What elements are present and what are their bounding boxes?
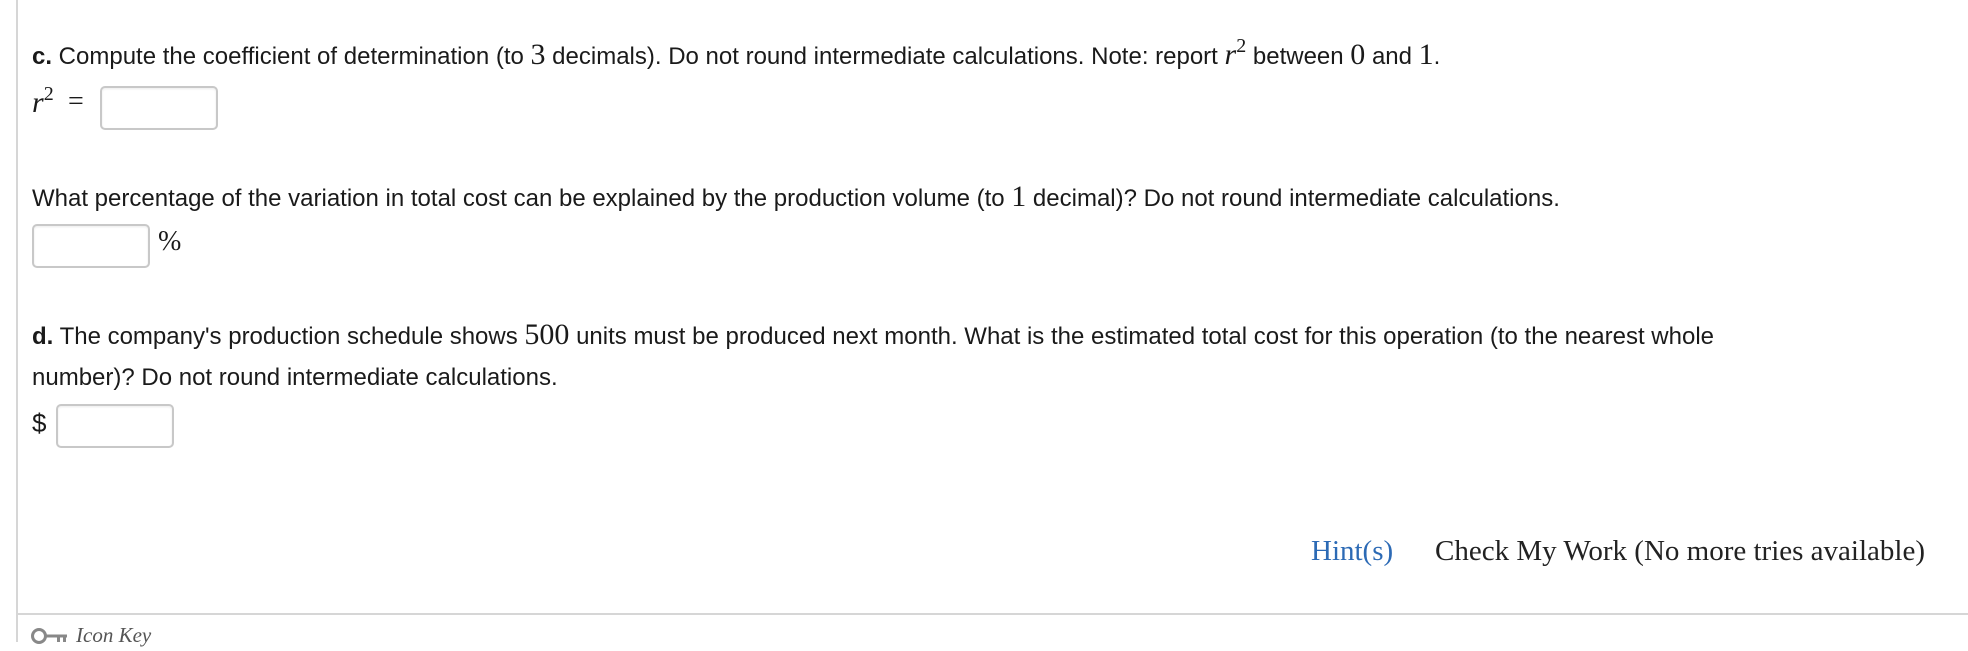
part-c-text-3: between xyxy=(1246,43,1351,70)
r-squared-label: r2 xyxy=(32,83,54,120)
part-d-text-2: units must be produced next month. What … xyxy=(569,323,1715,350)
hints-link[interactable]: Hint(s) xyxy=(1311,535,1393,568)
part-c-prompt: c. Compute the coefficient of determinat… xyxy=(32,35,1441,72)
r-variable: r xyxy=(1224,38,1237,71)
percent-sign: % xyxy=(158,226,182,257)
footer-divider xyxy=(18,613,1968,615)
icon-key[interactable]: Icon Key xyxy=(30,623,151,651)
lower-bound: 0 xyxy=(1350,38,1366,71)
r-squared-input[interactable] xyxy=(102,88,216,128)
r-squared-exp: 2 xyxy=(43,83,54,105)
dollar-sign: $ xyxy=(32,408,47,438)
percentage-prompt: What percentage of the variation in tota… xyxy=(32,180,1560,214)
r-squared-input-box[interactable] xyxy=(100,86,218,130)
key-icon xyxy=(30,626,70,651)
total-cost-input[interactable] xyxy=(58,406,172,446)
units-value: 500 xyxy=(524,318,570,351)
part-c-text-5: . xyxy=(1433,43,1441,70)
percentage-text: What percentage of the variation in tota… xyxy=(32,185,1012,212)
part-c-decimals: 3 xyxy=(530,38,546,71)
part-d-label: d. xyxy=(32,323,54,350)
r-squared-var: r xyxy=(32,86,44,119)
check-my-work-button[interactable]: Check My Work (No more tries available) xyxy=(1435,535,1925,568)
part-c-text: Compute the coefficient of determination… xyxy=(52,43,531,70)
icon-key-label: Icon Key xyxy=(76,623,152,647)
percentage-text-2: decimal)? Do not round intermediate calc… xyxy=(1026,185,1560,212)
equals-sign: = xyxy=(68,86,84,117)
part-c-text-4: and xyxy=(1365,43,1419,70)
part-c-text-2: decimals). Do not round intermediate cal… xyxy=(545,43,1225,70)
part-d-prompt-line2: number)? Do not round intermediate calcu… xyxy=(32,364,558,391)
part-d-text: The company's production schedule shows xyxy=(53,323,525,350)
upper-bound: 1 xyxy=(1418,38,1434,71)
percentage-decimals: 1 xyxy=(1011,180,1027,213)
percentage-input[interactable] xyxy=(34,226,148,266)
part-c-label: c. xyxy=(32,43,53,70)
left-border xyxy=(16,0,18,642)
r-exponent: 2 xyxy=(1236,35,1247,57)
part-d-prompt: d. The company's production schedule sho… xyxy=(32,318,1714,352)
total-cost-input-box[interactable] xyxy=(56,404,174,448)
percentage-input-box[interactable] xyxy=(32,224,150,268)
